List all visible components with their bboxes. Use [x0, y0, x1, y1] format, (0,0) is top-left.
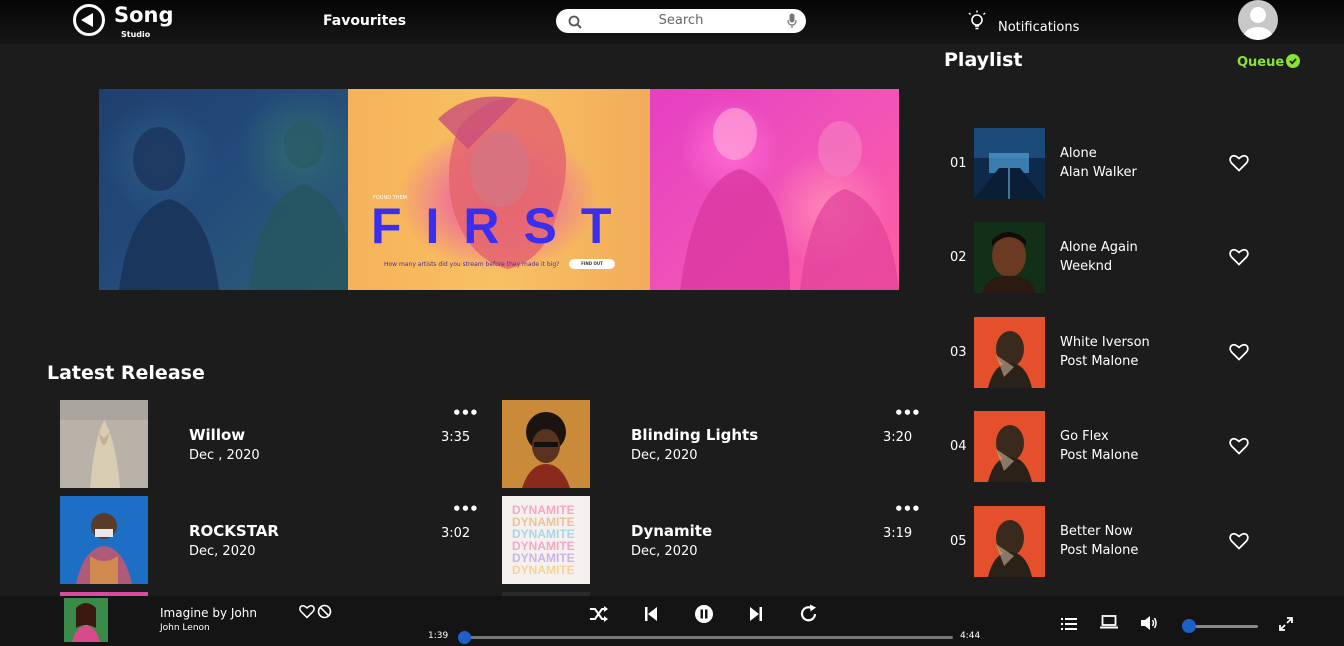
shuffle-icon[interactable] [589, 604, 609, 628]
release-duration: 3:20 [883, 430, 913, 445]
heart-icon[interactable] [299, 604, 315, 623]
volume-slider[interactable] [1182, 619, 1258, 633]
track-cover [974, 506, 1045, 577]
track-title: Alone Again [1060, 240, 1138, 255]
release-title: Blinding Lights [631, 426, 759, 444]
track-title: Go Flex [1060, 429, 1109, 444]
album-cover [60, 400, 148, 488]
heart-icon[interactable] [1229, 343, 1249, 365]
track-number: 04 [950, 439, 967, 454]
queue-button[interactable]: Queue [1237, 54, 1301, 70]
more-options-icon[interactable]: ••• [894, 404, 921, 422]
playlist-item[interactable]: 03 White Iverson Post Malone [944, 317, 1264, 389]
next-icon[interactable] [747, 604, 765, 628]
more-options-icon[interactable]: ••• [452, 500, 479, 518]
playlist-item[interactable]: 02 Alone Again Weeknd [944, 222, 1264, 294]
pause-icon[interactable] [694, 604, 714, 628]
album-cover [502, 400, 590, 488]
previous-icon[interactable] [642, 604, 660, 628]
track-artist: Post Malone [1060, 354, 1139, 369]
heart-icon[interactable] [1229, 437, 1249, 459]
album-cover: DYNAMITE DYNAMITE DYNAMITE DYNAMITE DYNA… [502, 496, 590, 584]
release-date: Dec , 2020 [189, 448, 260, 463]
logo-icon[interactable] [73, 4, 105, 36]
release-date: Dec, 2020 [189, 544, 256, 559]
track-title: White Iverson [1060, 335, 1150, 350]
app-subtitle: Studio [121, 30, 151, 39]
more-options-icon[interactable]: ••• [894, 500, 921, 518]
playlist-item[interactable]: 04 Go Flex Post Malone [944, 411, 1264, 483]
heart-icon[interactable] [1229, 248, 1249, 270]
release-duration: 3:19 [883, 526, 913, 541]
notifications-link[interactable]: Notifications [998, 20, 1079, 35]
progress-bar[interactable] [458, 631, 953, 644]
fullscreen-icon[interactable] [1279, 616, 1293, 635]
repeat-icon[interactable] [799, 604, 819, 628]
track-artist: Alan Walker [1060, 165, 1137, 180]
release-duration: 3:02 [441, 526, 471, 541]
release-date: Dec, 2020 [631, 448, 698, 463]
search-input[interactable]: Search [556, 9, 806, 33]
playlist-item[interactable]: 01 Alone Alan Walker [944, 128, 1264, 200]
track-cover [974, 128, 1045, 199]
track-cover [974, 222, 1045, 293]
queue-label: Queue [1237, 55, 1285, 70]
more-options-icon[interactable]: ••• [452, 404, 479, 422]
total-time: 4:44 [960, 631, 981, 641]
avatar[interactable] [1238, 0, 1278, 40]
release-title: ROCKSTAR [189, 522, 279, 540]
check-circle-icon [1286, 54, 1301, 68]
track-artist: Post Malone [1060, 543, 1139, 558]
track-number: 01 [950, 156, 967, 171]
microphone-icon[interactable] [787, 13, 797, 33]
latest-release-list: Willow Dec , 2020 ••• 3:35 Blinding Ligh… [0, 44, 930, 596]
app-title: Song [114, 3, 174, 27]
release-title: Willow [189, 426, 246, 444]
svg-text:DYNAMITE: DYNAMITE [512, 563, 575, 577]
lightbulb-icon[interactable] [966, 10, 988, 36]
release-duration: 3:35 [441, 430, 471, 445]
track-cover [974, 411, 1045, 482]
now-playing-artist: John Lenon [160, 623, 210, 633]
track-title: Better Now [1060, 524, 1133, 539]
release-title: Dynamite [631, 522, 713, 540]
volume-handle[interactable] [1182, 619, 1196, 633]
track-artist: Weeknd [1060, 259, 1113, 274]
device-icon[interactable] [1100, 615, 1118, 634]
release-item[interactable]: Blinding Lights Dec, 2020 ••• 3:20 [502, 400, 922, 488]
queue-list-icon[interactable] [1061, 616, 1077, 635]
track-cover [974, 317, 1045, 388]
track-artist: Post Malone [1060, 448, 1139, 463]
now-playing-cover [64, 598, 108, 642]
track-number: 03 [950, 345, 967, 360]
progress-handle[interactable] [458, 631, 471, 644]
track-title: Alone [1060, 146, 1097, 161]
block-icon[interactable] [317, 604, 332, 623]
heart-icon[interactable] [1229, 154, 1249, 176]
current-time: 1:39 [428, 631, 449, 641]
release-date: Dec, 2020 [631, 544, 698, 559]
album-cover [60, 496, 148, 584]
track-number: 05 [950, 534, 967, 549]
volume-icon[interactable] [1140, 615, 1158, 635]
nav-favourites[interactable]: Favourites [323, 13, 406, 29]
playlist-title: Playlist [944, 49, 1023, 71]
release-item[interactable]: Willow Dec , 2020 ••• 3:35 [60, 400, 480, 488]
search-placeholder: Search [658, 13, 704, 28]
playlist-item[interactable]: 05 Better Now Post Malone [944, 506, 1264, 578]
track-number: 02 [950, 250, 967, 265]
release-item[interactable]: DYNAMITE DYNAMITE DYNAMITE DYNAMITE DYNA… [502, 496, 922, 584]
now-playing-title: Imagine by John [160, 606, 257, 620]
release-item[interactable]: ROCKSTAR Dec, 2020 ••• 3:02 [60, 496, 480, 584]
heart-icon[interactable] [1229, 532, 1249, 554]
